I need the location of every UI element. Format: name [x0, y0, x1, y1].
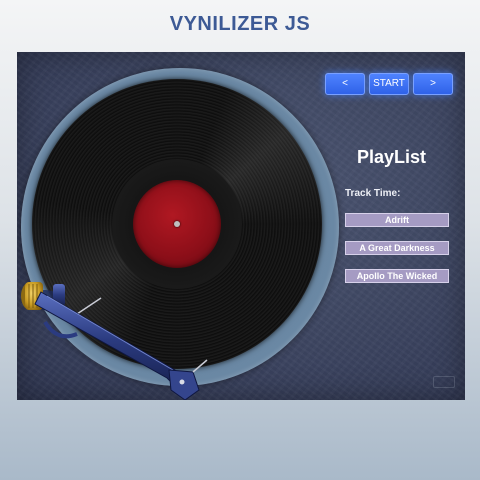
playlist-title: PlayList: [357, 147, 427, 167]
track-item-a-great-darkness[interactable]: A Great Darkness: [345, 241, 449, 255]
track-time-label: Track Time:: [345, 188, 401, 199]
start-button[interactable]: START: [369, 73, 409, 95]
playback-controls: < START >: [325, 73, 453, 95]
track-list: Adrift A Great Darkness Apollo The Wicke…: [345, 213, 449, 297]
turntable-stage: < START > PlayList Track Time: Adrift A …: [17, 52, 465, 400]
track-item-apollo-the-wicked[interactable]: Apollo The Wicked: [345, 269, 449, 283]
watermark-logo: [433, 376, 455, 388]
spindle: [174, 221, 180, 227]
app-title: VYNILIZER JS: [169, 13, 311, 35]
previous-button[interactable]: <: [325, 73, 365, 95]
track-item-adrift[interactable]: Adrift: [345, 213, 449, 227]
next-button[interactable]: >: [413, 73, 453, 95]
